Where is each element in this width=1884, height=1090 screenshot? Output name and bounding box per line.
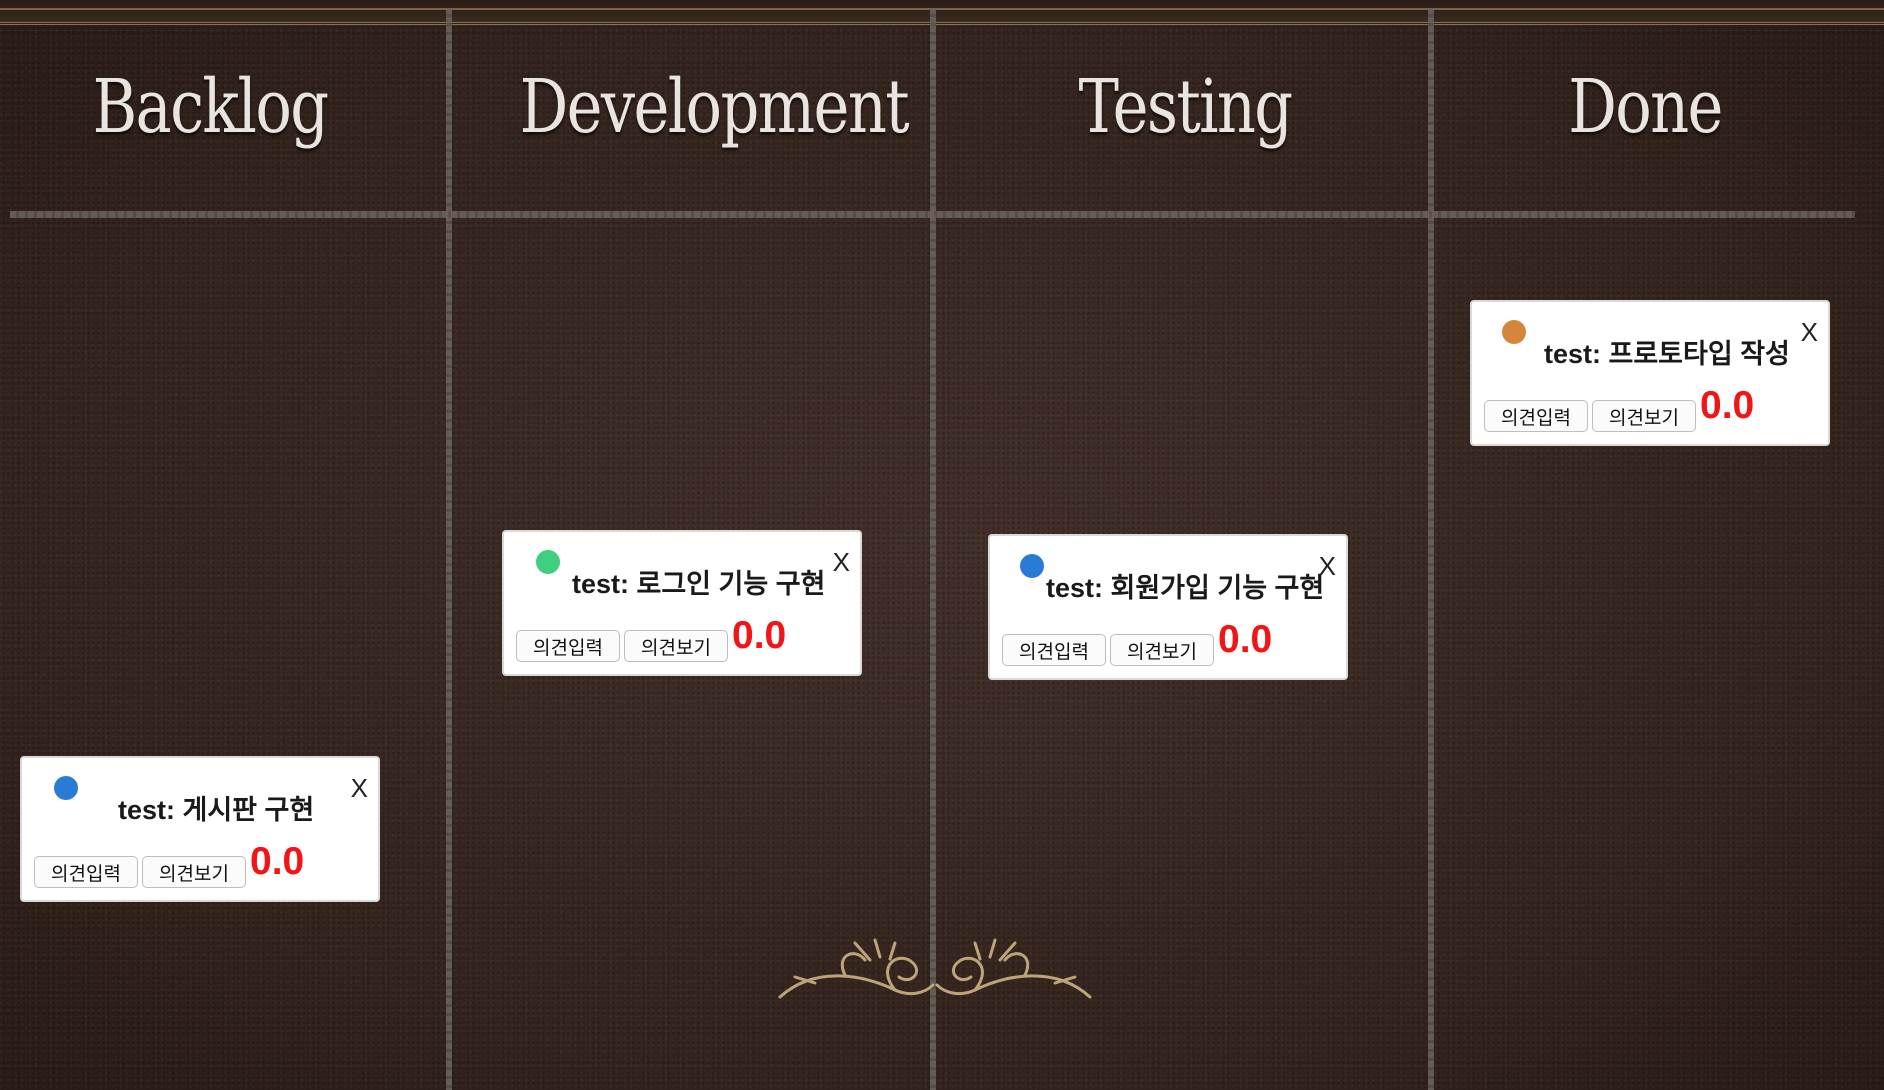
score-value: 0.0 (732, 614, 787, 657)
opinion-view-button[interactable]: 의견보기 (1592, 400, 1696, 432)
task-card-signup[interactable]: test: 회원가입 기능 구현 X 의견입력 의견보기 0.0 (988, 534, 1348, 680)
opinion-view-button[interactable]: 의견보기 (142, 856, 246, 888)
opinion-view-button[interactable]: 의견보기 (624, 630, 728, 662)
column-title-testing: Testing (1078, 64, 1293, 150)
status-dot-icon (1020, 554, 1044, 578)
opinion-view-button[interactable]: 의견보기 (1110, 634, 1214, 666)
score-value: 0.0 (1700, 384, 1755, 427)
score-value: 0.0 (250, 840, 305, 883)
task-card-prototype[interactable]: test: 프로토타입 작성 X 의견입력 의견보기 0.0 (1470, 300, 1830, 446)
header-divider (10, 211, 1855, 218)
opinion-input-button[interactable]: 의견입력 (1002, 634, 1106, 666)
column-divider (1428, 8, 1434, 1090)
board-top-border (0, 0, 1884, 25)
status-dot-icon (536, 550, 560, 574)
opinion-input-button[interactable]: 의견입력 (516, 630, 620, 662)
flourish-ornament-icon (778, 938, 1092, 999)
card-title: test: 게시판 구현 (118, 795, 315, 825)
status-dot-icon (54, 776, 78, 800)
task-card-login[interactable]: test: 로그인 기능 구현 X 의견입력 의견보기 0.0 (502, 530, 862, 676)
card-title: test: 로그인 기능 구현 (572, 569, 826, 599)
close-icon[interactable]: X (1319, 551, 1336, 582)
column-divider (446, 8, 452, 1090)
task-card-board-implementation[interactable]: test: 게시판 구현 X 의견입력 의견보기 0.0 (20, 756, 380, 902)
opinion-input-button[interactable]: 의견입력 (34, 856, 138, 888)
close-icon[interactable]: X (351, 773, 368, 804)
status-dot-icon (1502, 320, 1526, 344)
column-title-backlog: Backlog (92, 64, 329, 150)
score-value: 0.0 (1218, 618, 1273, 661)
column-title-done: Done (1568, 64, 1723, 150)
opinion-input-button[interactable]: 의견입력 (1484, 400, 1588, 432)
column-title-development: Development (519, 64, 910, 150)
card-title: test: 회원가입 기능 구현 (1046, 573, 1325, 603)
card-title: test: 프로토타입 작성 (1544, 339, 1790, 369)
column-divider (930, 8, 936, 1090)
close-icon[interactable]: X (1801, 317, 1818, 348)
close-icon[interactable]: X (833, 547, 850, 578)
